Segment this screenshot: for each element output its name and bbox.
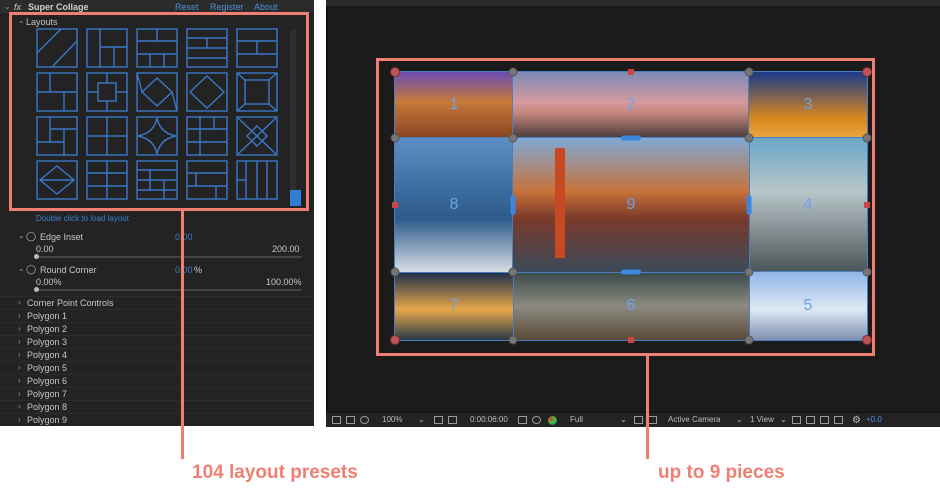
monitor-icon[interactable]	[346, 416, 355, 424]
viewer-divider	[326, 6, 328, 412]
viewer-tab-bar	[326, 0, 940, 6]
fx-icon: fx	[14, 2, 22, 12]
reset-link[interactable]: Reset	[175, 2, 199, 12]
collapse-chevron-icon[interactable]: ⌄	[4, 2, 11, 11]
round-corner-max: 100.00%	[266, 277, 302, 287]
group-label: Polygon 6	[27, 376, 68, 386]
snapshot-icon[interactable]	[332, 416, 341, 424]
chevron-right-icon[interactable]: ›	[18, 402, 21, 411]
chevron-right-icon[interactable]: ›	[18, 415, 21, 424]
edge-inset-chevron-icon[interactable]: ⌄	[18, 231, 25, 240]
right-callout-label: up to 9 pieces	[658, 462, 785, 483]
group-row[interactable]: › Polygon 8	[0, 400, 314, 414]
layouts-highlight-box	[9, 12, 309, 211]
chevron-down-icon[interactable]: ⌄	[418, 415, 425, 424]
group-label: Corner Point Controls	[27, 298, 114, 308]
group-row[interactable]: › Corner Point Controls	[0, 296, 314, 310]
crop-icon[interactable]	[448, 416, 457, 424]
settings-gear-icon[interactable]: ⚙	[852, 415, 861, 426]
effect-title: Super Collage	[28, 2, 89, 12]
group-label: Polygon 4	[27, 350, 68, 360]
chevron-right-icon[interactable]: ›	[18, 337, 21, 346]
region-icon[interactable]	[634, 416, 643, 424]
group-label: Polygon 9	[27, 415, 68, 425]
group-row[interactable]: › Polygon 4	[0, 348, 314, 362]
chevron-down-icon[interactable]: ⌄	[780, 415, 787, 424]
right-callout-line	[646, 356, 649, 459]
group-row[interactable]: › Polygon 1	[0, 309, 314, 323]
group-label: Polygon 7	[27, 389, 68, 399]
group-row[interactable]: › Polygon 3	[0, 335, 314, 349]
edge-inset-slider-knob[interactable]	[34, 254, 39, 259]
camera-icon[interactable]	[518, 416, 527, 424]
stopwatch-icon[interactable]: ◯	[26, 264, 36, 275]
about-link[interactable]: About	[254, 2, 278, 12]
timeline-icon[interactable]	[820, 416, 829, 424]
round-corner-unit: %	[194, 265, 203, 275]
group-row[interactable]: › Polygon 2	[0, 322, 314, 336]
edge-inset-slider[interactable]	[36, 256, 302, 258]
fit-icon[interactable]	[434, 416, 443, 424]
chevron-right-icon[interactable]: ›	[18, 298, 21, 307]
view-layout-select[interactable]: 1 View	[750, 415, 774, 424]
left-callout-label: 104 layout presets	[192, 462, 358, 483]
group-label: Polygon 3	[27, 337, 68, 347]
register-link[interactable]: Register	[210, 2, 244, 12]
viewer-toolbar: 100% ⌄ 0:00:06:00 Full ⌄ Active Camera ⌄…	[326, 412, 940, 427]
group-label: Polygon 1	[27, 311, 68, 321]
round-corner-min: 0.00%	[36, 277, 62, 287]
round-corner-slider-knob[interactable]	[34, 287, 39, 292]
toggle-pixel-icon[interactable]	[792, 416, 801, 424]
timecode[interactable]: 0:00:06:00	[470, 415, 508, 424]
edge-inset-max: 200.00	[272, 244, 300, 254]
group-row[interactable]: › Polygon 6	[0, 374, 314, 388]
channel-icon[interactable]	[532, 416, 541, 424]
chevron-right-icon[interactable]: ›	[18, 324, 21, 333]
load-layout-hint: Double click to load layout	[36, 214, 129, 223]
round-corner-slider[interactable]	[36, 289, 302, 291]
group-row[interactable]: › Polygon 7	[0, 387, 314, 401]
edge-inset-label: Edge Inset	[40, 232, 84, 242]
round-corner-label: Round Corner	[40, 265, 97, 275]
edge-inset-min: 0.00	[36, 244, 54, 254]
chevron-right-icon[interactable]: ›	[18, 363, 21, 372]
collage-highlight-box	[376, 58, 875, 356]
group-row[interactable]: › Polygon 9	[0, 413, 314, 426]
stopwatch-icon[interactable]: ◯	[26, 231, 36, 242]
flowchart-icon[interactable]	[834, 416, 843, 424]
left-callout-line	[181, 211, 184, 459]
chevron-right-icon[interactable]: ›	[18, 376, 21, 385]
group-label: Polygon 5	[27, 363, 68, 373]
resolution-select[interactable]: Full	[570, 415, 583, 424]
chevron-down-icon[interactable]: ⌄	[620, 415, 627, 424]
chevron-down-icon[interactable]: ⌄	[736, 415, 743, 424]
exposure-value[interactable]: +0.0	[866, 415, 882, 424]
mask-icon[interactable]	[360, 416, 369, 424]
chevron-right-icon[interactable]: ›	[18, 350, 21, 359]
round-corner-chevron-icon[interactable]: ⌄	[18, 264, 25, 273]
group-label: Polygon 8	[27, 402, 68, 412]
group-row[interactable]: › Polygon 5	[0, 361, 314, 375]
transparency-grid-icon[interactable]	[648, 416, 657, 424]
chevron-right-icon[interactable]: ›	[18, 311, 21, 320]
zoom-select[interactable]: 100%	[382, 415, 402, 424]
color-channel-icon[interactable]	[548, 416, 557, 425]
chevron-right-icon[interactable]: ›	[18, 389, 21, 398]
fast-preview-icon[interactable]	[806, 416, 815, 424]
group-label: Polygon 2	[27, 324, 68, 334]
camera-select[interactable]: Active Camera	[668, 415, 720, 424]
